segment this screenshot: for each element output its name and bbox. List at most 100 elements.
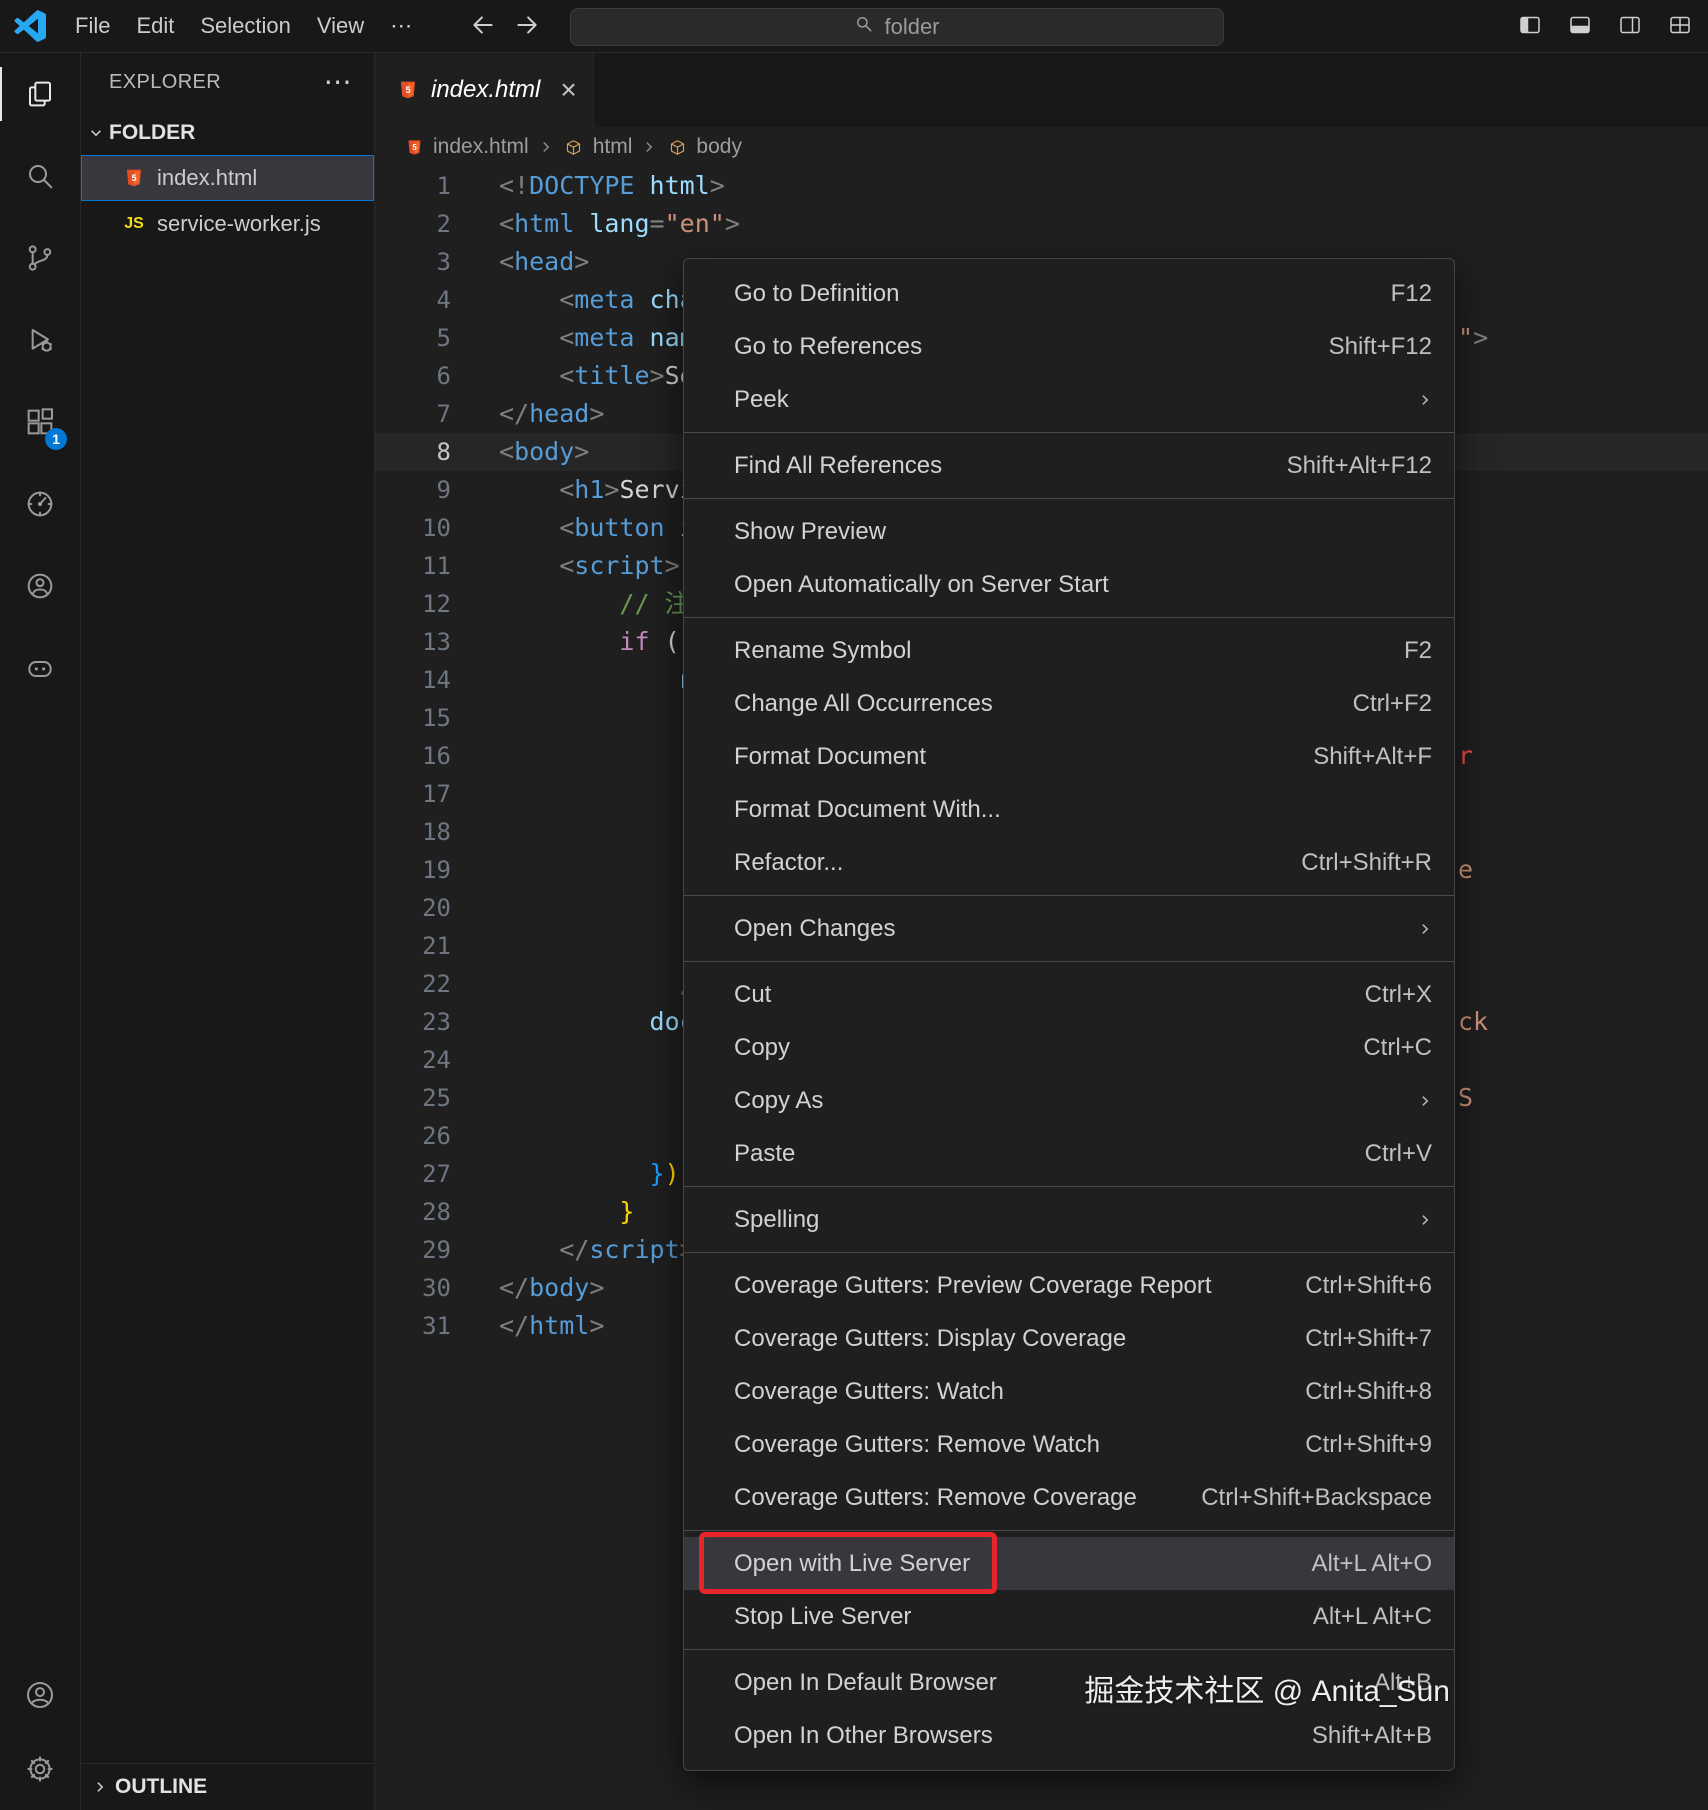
code-text: <head> <box>499 247 590 276</box>
menu-item-copy-as[interactable]: Copy As <box>684 1074 1454 1127</box>
breadcrumb-item-body[interactable]: body <box>666 135 742 159</box>
explorer-title: EXPLORER <box>109 70 222 93</box>
menu-item-shortcut: F2 <box>1403 636 1432 664</box>
menu-item-shortcut: Ctrl+V <box>1364 1139 1432 1167</box>
menu-item-cut[interactable]: Cut Ctrl+X <box>684 968 1454 1021</box>
menu-item-label: Coverage Gutters: Preview Coverage Repor… <box>734 1271 1212 1299</box>
breadcrumb-item-html[interactable]: html <box>563 135 633 159</box>
menu-edit[interactable]: Edit <box>123 13 187 39</box>
line-number: 31 <box>422 1312 451 1340</box>
menu-item-go-to-references[interactable]: Go to References Shift+F12 <box>684 320 1454 373</box>
menu-separator <box>684 1649 1454 1650</box>
back-icon[interactable] <box>470 12 496 43</box>
code-fragment: ck <box>1458 1007 1489 1036</box>
breadcrumb-chevron-icon <box>539 140 553 154</box>
menu-more[interactable]: ⋯ <box>377 13 425 39</box>
code-line-2[interactable]: 2 <html lang="en"> <box>375 205 1708 243</box>
menu-item-change-all-occurrences[interactable]: Change All Occurrences Ctrl+F2 <box>684 677 1454 730</box>
more-actions-icon[interactable]: ⋯ <box>324 68 352 96</box>
menu-item-open-changes[interactable]: Open Changes <box>684 902 1454 955</box>
line-number: 12 <box>422 590 451 618</box>
run-debug-icon[interactable] <box>0 299 80 381</box>
menu-item-refactor[interactable]: Refactor... Ctrl+Shift+R <box>684 836 1454 889</box>
explorer-icon[interactable] <box>0 53 80 135</box>
menu-item-coverage-gutters-display-coverage[interactable]: Coverage Gutters: Display Coverage Ctrl+S… <box>684 1312 1454 1365</box>
copilot-icon[interactable] <box>0 627 80 709</box>
search-sidebar-icon[interactable] <box>0 135 80 217</box>
svg-text:5: 5 <box>405 85 410 95</box>
live-preview-icon[interactable] <box>0 545 80 627</box>
code-fragment: "> <box>1458 323 1489 352</box>
menu-item-coverage-gutters-remove-watch[interactable]: Coverage Gutters: Remove Watch Ctrl+Shift… <box>684 1418 1454 1471</box>
forward-icon[interactable] <box>514 12 540 43</box>
code-text: } <box>619 1197 635 1226</box>
menu-separator <box>684 617 1454 618</box>
menu-item-coverage-gutters-remove-coverage[interactable]: Coverage Gutters: Remove Coverage Ctrl+Sh… <box>684 1471 1454 1524</box>
code-line-1[interactable]: 1 <!DOCTYPE html> <box>375 167 1708 205</box>
line-number: 3 <box>436 248 451 276</box>
code-text: <!DOCTYPE html> <box>499 171 725 200</box>
extensions-icon[interactable]: 1 <box>0 381 80 463</box>
menu-item-format-document-with[interactable]: Format Document With... <box>684 783 1454 836</box>
file-service-worker.js[interactable]: JS service-worker.js <box>81 201 374 247</box>
menu-separator <box>684 895 1454 896</box>
toggle-panel-icon[interactable] <box>1568 13 1592 42</box>
menu-item-label: Coverage Gutters: Remove Watch <box>734 1430 1100 1458</box>
menu-selection[interactable]: Selection <box>187 13 304 39</box>
submenu-chevron-icon <box>1418 1094 1432 1108</box>
menu-item-spelling[interactable]: Spelling <box>684 1193 1454 1246</box>
line-number: 2 <box>436 210 451 238</box>
toggle-secondary-sidebar-icon[interactable] <box>1618 13 1642 42</box>
menu-item-label: Format Document With... <box>734 795 1001 823</box>
customize-layout-icon[interactable] <box>1668 13 1692 42</box>
line-number: 11 <box>422 552 451 580</box>
source-control-icon[interactable] <box>0 217 80 299</box>
line-number: 19 <box>422 856 451 884</box>
file-name: index.html <box>157 165 258 190</box>
code-text: <script> <box>559 551 680 580</box>
outline-section-header[interactable]: OUTLINE <box>81 1763 374 1810</box>
submenu-chevron-icon <box>1418 1213 1432 1227</box>
folder-section-header[interactable]: FOLDER <box>81 111 374 155</box>
line-number: 8 <box>436 438 451 466</box>
menu-view[interactable]: View <box>304 13 377 39</box>
menu-item-coverage-gutters-preview-coverage-report[interactable]: Coverage Gutters: Preview Coverage Repor… <box>684 1259 1454 1312</box>
menu-item-find-all-references[interactable]: Find All References Shift+Alt+F12 <box>684 439 1454 492</box>
breadcrumb-label: html <box>592 135 633 158</box>
menu-file[interactable]: File <box>62 13 123 39</box>
command-center-search[interactable]: folder <box>570 8 1224 46</box>
menu-item-open-with-live-server[interactable]: Open with Live Server Alt+L Alt+O <box>684 1537 1454 1590</box>
file-index.html[interactable]: 5 index.html <box>81 155 374 201</box>
menu-item-go-to-definition[interactable]: Go to Definition F12 <box>684 267 1454 320</box>
account-icon[interactable] <box>0 1658 80 1732</box>
menu-item-peek[interactable]: Peek <box>684 373 1454 426</box>
settings-gear-icon[interactable] <box>0 1732 80 1806</box>
code-text: </html> <box>499 1311 605 1340</box>
watermark: 掘金技术社区 @ Anita_Sun <box>1084 1675 1450 1708</box>
line-number: 4 <box>436 286 451 314</box>
line-number: 20 <box>422 894 451 922</box>
menu-item-copy[interactable]: Copy Ctrl+C <box>684 1021 1454 1074</box>
menu-item-paste[interactable]: Paste Ctrl+V <box>684 1127 1454 1180</box>
menu-item-show-preview[interactable]: Show Preview <box>684 505 1454 558</box>
close-icon[interactable]: × <box>560 76 576 104</box>
remote-explorer-icon[interactable] <box>0 463 80 545</box>
line-number: 27 <box>422 1160 451 1188</box>
menu-item-shortcut: Ctrl+Shift+8 <box>1305 1377 1432 1405</box>
tab-index-html[interactable]: 5 index.html × <box>375 53 594 127</box>
svg-text:5: 5 <box>131 173 136 183</box>
menu-item-open-automatically-on-server-start[interactable]: Open Automatically on Server Start <box>684 558 1454 611</box>
toggle-sidebar-icon[interactable] <box>1518 13 1542 42</box>
menu-item-label: Peek <box>734 385 789 413</box>
menu-item-stop-live-server[interactable]: Stop Live Server Alt+L Alt+C <box>684 1590 1454 1643</box>
menu-item-label: Find All References <box>734 451 943 479</box>
html-file-icon: 5 <box>123 168 145 188</box>
title-bar: File Edit Selection View ⋯ folder <box>0 0 1708 53</box>
menu-item-coverage-gutters-watch[interactable]: Coverage Gutters: Watch Ctrl+Shift+8 <box>684 1365 1454 1418</box>
menu-item-open-in-other-browsers[interactable]: Open In Other Browsers Shift+Alt+B <box>684 1709 1454 1762</box>
menu-item-format-document[interactable]: Format Document Shift+Alt+F <box>684 730 1454 783</box>
context-menu: Go to Definition F12 Go to References Shift… <box>683 258 1455 1771</box>
line-number: 5 <box>436 324 451 352</box>
breadcrumb-item-index-html[interactable]: 5 index.html <box>403 135 529 159</box>
menu-item-rename-symbol[interactable]: Rename Symbol F2 <box>684 624 1454 677</box>
